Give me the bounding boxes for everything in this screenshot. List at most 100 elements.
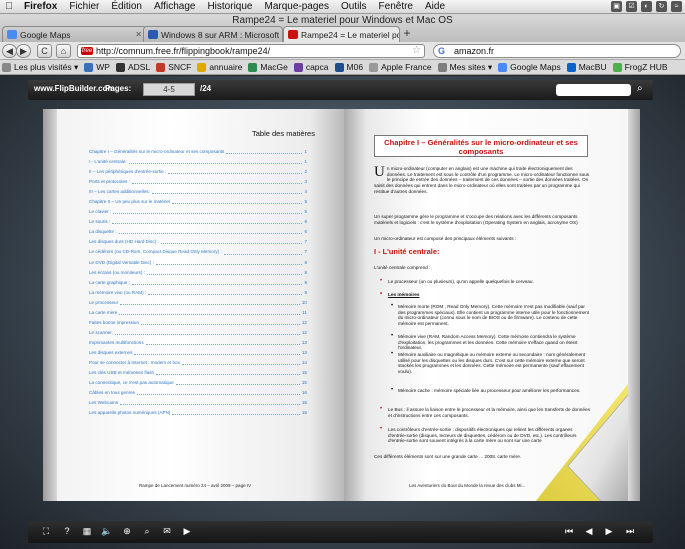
toc-row[interactable]: III – Les cartes additionnelles: 4 [89,187,307,197]
search-icon[interactable]: ⌕ [637,83,649,95]
menu-historique[interactable]: Historique [201,1,258,12]
flipbook-search-input[interactable] [556,84,631,96]
toc-entry-title: Chapitre I – Généralités sur le micro-or… [89,149,225,154]
book: Table des matières Chapitre I – Générali… [43,109,640,511]
home-button[interactable]: ⌂ [56,44,71,58]
toc-row[interactable]: La carte graphique : 9 [89,278,307,288]
forward-button[interactable]: ▶ [16,44,31,58]
toc-row[interactable]: La connectique, ce n'est pas automatique… [89,378,307,388]
tab-google-maps[interactable]: Google Maps ✕ [2,26,147,42]
url-bar[interactable]: free http://comnum.free.fr/flippingbook/… [77,44,425,58]
bookmark-item[interactable]: MacGe [248,62,288,72]
tray-checkbox-icon[interactable]: ☑ [626,1,637,12]
toc-row[interactable]: Les disques externes 13 [89,348,307,358]
tab-windows8[interactable]: Windows 8 sur ARM : Microsoft ... ✕ [143,26,283,42]
toc-leader [114,328,300,335]
toc-entry-title: La carte mère [89,309,118,315]
bookmark-item[interactable]: FrogZ HUB [612,62,668,72]
menu-outils[interactable]: Outils [335,1,373,12]
toc-row[interactable]: La carte mère 11 [89,308,307,318]
play-icon[interactable]: ▶ [181,525,193,538]
toc-row[interactable]: Les clés USB et mémoires flash 15 [89,368,307,378]
menu-fenetre[interactable]: Fenêtre [373,1,419,12]
toc-title: Table des matières [252,129,315,138]
toc-row[interactable]: Faites bonne impression 12 [89,318,307,328]
sound-icon[interactable]: 🔈 [101,525,113,538]
toc-row[interactable]: Le clavier : 5 [89,207,307,217]
bookmark-item[interactable]: annuaire [197,62,242,72]
toc-row[interactable]: Chapitre II – Un peu plus sur le matérie… [89,197,307,207]
email-icon[interactable]: ✉ [161,525,173,538]
menu-affichage[interactable]: Affichage [148,1,202,12]
bookmark-item[interactable]: capca [293,62,329,72]
toc-row[interactable]: Les Webcams 16 [89,398,307,408]
toc-row[interactable]: Les appareils photos numériques (APN) 18 [89,408,307,418]
pages-total: /24 [200,84,212,93]
toc-entry-title: Chapitre II – Un peu plus sur le matérie… [89,199,170,205]
free-favicon-icon [288,30,298,39]
menu-marque-pages[interactable]: Marque-pages [258,1,334,12]
toc-row[interactable]: La disquette : 6 [89,227,307,237]
toc-row[interactable]: Pour se connecter à Internet : modem et … [89,358,307,368]
thumbnails-icon[interactable]: ▦ [81,525,93,538]
toc-row[interactable]: Le souris : 6 [89,217,307,227]
toc-row[interactable]: Câbles en tous genres 16 [89,388,307,398]
toc-row[interactable]: Le scanner, 12 [89,328,307,338]
search-input[interactable]: G amazon.fr [433,44,681,58]
prev-page-icon[interactable]: ◀ [583,525,595,538]
fit-screen-icon[interactable]: ⛶ [40,525,52,538]
toc-row[interactable]: I - L'unité centrale: 1 [89,157,307,167]
left-page[interactable]: Table des matières Chapitre I – Générali… [57,109,344,501]
zoom-in-icon[interactable]: ⊕ [121,525,133,538]
reload-button[interactable]: C [37,44,52,58]
toc-entry-title: Les écrans (ou moniteurs) : [89,269,145,275]
bookmark-item[interactable]: Apple France [369,62,432,72]
chapter-title: Chapitre I – Généralités sur le micro-or… [374,135,588,157]
menu-firefox[interactable]: Firefox [18,1,63,12]
menu-edition[interactable]: Édition [105,1,148,12]
bookmark-item[interactable]: Mes sites ▾ [437,62,492,73]
new-tab-button[interactable]: + [400,27,414,41]
toc-page-number: 8 [304,269,307,275]
bookmark-item[interactable]: Les plus visités ▾ [2,62,78,73]
menu-fichier[interactable]: Fichier [63,1,105,12]
tray-app-icon[interactable]: ▣ [611,1,622,12]
toc-row[interactable]: Le DVD (Digital Versatile Disc) : 8 [89,258,307,268]
bookmark-item[interactable]: MacBU [566,62,607,72]
toc-row[interactable]: La mémoire vive (ou RAM) : 9 [89,288,307,298]
google-search-engine-icon[interactable]: G [438,45,445,57]
toc-row[interactable]: Chapitre I – Généralités sur le micro-or… [89,147,307,157]
right-page[interactable]: Chapitre I – Généralités sur le micro-or… [344,109,628,501]
bookmark-item[interactable]: ADSL [115,62,150,72]
page-number-input[interactable]: 4-5 [143,83,195,96]
back-button[interactable]: ◀ [2,44,17,58]
toc-entry-title: Faites bonne impression [89,319,140,325]
close-icon[interactable]: ✕ [131,30,142,39]
help-icon[interactable]: ? [61,525,73,538]
page-curl[interactable] [528,371,628,501]
toc-row[interactable]: Imprimantes multifonctions 13 [89,338,307,348]
bookmark-item[interactable]: Google Maps [498,62,561,72]
toc-row[interactable]: Le cédérom (ou CD-Rom, Compact Disque Re… [89,247,307,257]
tray-power-icon[interactable]: ◐ [641,1,652,12]
bookmark-item[interactable]: WP [84,62,110,72]
menu-aide[interactable]: Aide [419,1,451,12]
flipbuilder-brand[interactable]: www.FlipBuilder.com [34,84,115,93]
bookmark-item[interactable]: M06 [334,62,363,72]
apple-menu-icon[interactable]:  [0,1,18,12]
bookmark-item[interactable]: SNCF [156,62,191,72]
toc-leader [120,298,300,305]
toc-row[interactable]: Les écrans (ou moniteurs) : 8 [89,268,307,278]
next-page-icon[interactable]: ▶ [603,525,615,538]
tab-rampe24[interactable]: Rampe24 = Le materiel pour Wi... ✕ [283,26,400,42]
toc-row[interactable]: II – Les périphériques d'entrée-sortie :… [89,167,307,177]
toc-row[interactable]: Le processeur 10 [89,298,307,308]
tray-sync-icon[interactable]: ↻ [656,1,667,12]
bookmark-star-icon[interactable]: ☆ [412,45,421,57]
toc-row[interactable]: Les disques durs (HD Hard Disc) : 7 [89,237,307,247]
last-page-icon[interactable]: ⏭ [624,525,636,538]
first-page-icon[interactable]: ⏮ [563,525,575,538]
tray-wifi-icon[interactable]: ≈ [671,1,682,12]
toc-row[interactable]: Ports et protocoles : 3 [89,177,307,187]
search-icon[interactable]: ⌕ [141,525,153,538]
